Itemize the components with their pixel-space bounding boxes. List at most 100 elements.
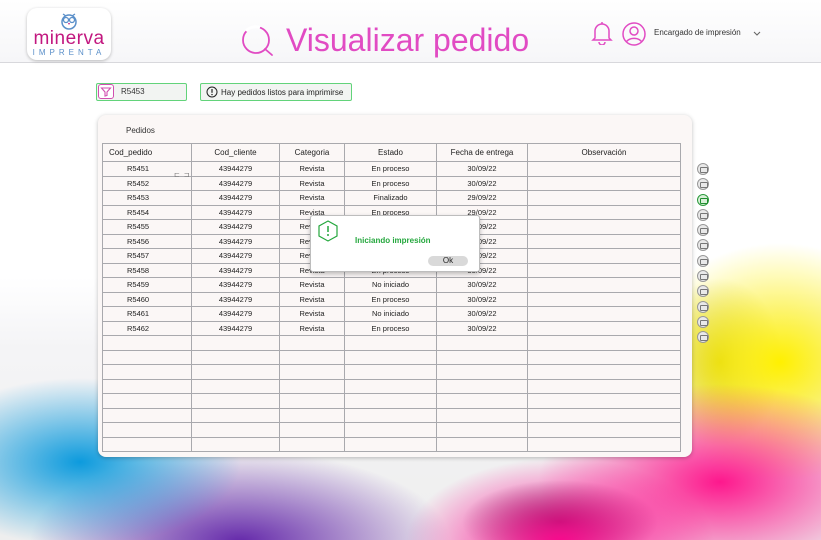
empty-table-row <box>102 407 681 423</box>
column-header[interactable]: Observación <box>527 143 681 162</box>
table-cell <box>191 335 280 351</box>
table-cell: 43944279 <box>191 161 280 177</box>
dialog-message: Iniciando impresión <box>355 236 431 245</box>
empty-table-row <box>102 393 681 409</box>
table-cell <box>279 349 345 365</box>
table-cell <box>279 364 345 380</box>
column-header[interactable]: Categoria <box>279 143 345 162</box>
print-actions-column <box>697 163 711 347</box>
table-cell: No iniciado <box>344 306 437 322</box>
table-cell <box>527 262 681 278</box>
table-cell <box>527 320 681 336</box>
table-cell <box>527 393 681 409</box>
alert-hexagon-icon <box>318 220 338 242</box>
printing-dialog: Iniciando impresión Ok <box>310 215 480 272</box>
table-cell: R5455 <box>102 219 192 235</box>
column-header[interactable]: Estado <box>344 143 437 162</box>
table-header-row: Cod_pedido Cod_cliente Categoria Estado … <box>102 143 681 162</box>
table-row[interactable]: R5461 43944279 Revista No iniciado 30/09/22 <box>102 306 681 322</box>
copy-icon[interactable]: ⊏ ⊐ <box>174 171 191 179</box>
table-cell <box>279 407 345 423</box>
print-icon[interactable] <box>697 285 709 298</box>
table-cell <box>279 436 345 452</box>
minerva-logo[interactable]: minerva IMPRENTA <box>27 8 111 60</box>
table-cell: 30/09/22 <box>436 320 528 336</box>
user-name[interactable]: Encargado de impresión <box>654 28 741 37</box>
table-cell: En proceso <box>344 175 437 191</box>
table-cell <box>527 378 681 394</box>
notice-text: Hay pedidos listos para imprimirse <box>221 88 344 97</box>
print-icon[interactable] <box>697 254 709 267</box>
table-cell <box>191 436 280 452</box>
print-icon[interactable] <box>697 178 709 191</box>
print-icon[interactable] <box>697 163 709 175</box>
table-cell <box>527 219 681 235</box>
page-title: Visualizar pedido <box>286 22 530 58</box>
table-row[interactable]: R5460 43944279 Revista En proceso 30/09/22 <box>102 291 681 307</box>
table-cell <box>191 407 280 423</box>
column-header[interactable]: Fecha de entrega <box>436 143 528 162</box>
panel-title: Pedidos <box>126 126 155 135</box>
print-icon[interactable] <box>697 208 709 221</box>
table-cell: R5457 <box>102 248 192 264</box>
table-cell <box>527 306 681 322</box>
table-cell <box>102 335 192 351</box>
chevron-down-icon[interactable] <box>752 30 762 37</box>
user-circle-icon[interactable] <box>622 22 646 46</box>
table-cell <box>527 277 681 293</box>
table-cell: Revista <box>279 277 345 293</box>
table-cell <box>344 407 437 423</box>
filter-button[interactable] <box>98 84 114 99</box>
table-cell: 43944279 <box>191 204 280 220</box>
search-filter-field[interactable]: R5453 <box>96 83 187 101</box>
table-cell <box>527 436 681 452</box>
table-cell <box>279 335 345 351</box>
table-cell <box>527 233 681 249</box>
table-cell: 43944279 <box>191 233 280 249</box>
column-header[interactable]: Cod_pedido <box>102 143 192 162</box>
bell-icon[interactable] <box>591 21 613 45</box>
table-cell <box>279 393 345 409</box>
table-cell: 43944279 <box>191 248 280 264</box>
table-cell <box>527 204 681 220</box>
table-cell <box>436 364 528 380</box>
table-cell <box>102 436 192 452</box>
table-row[interactable]: R5453 43944279 Revista Finalizado 29/09/22 <box>102 190 681 206</box>
table-cell: 43944279 <box>191 320 280 336</box>
table-cell: Finalizado <box>344 190 437 206</box>
table-cell <box>527 335 681 351</box>
table-cell: 30/09/22 <box>436 306 528 322</box>
table-cell <box>102 393 192 409</box>
table-row[interactable]: R5462 43944279 Revista En proceso 30/09/22 <box>102 320 681 336</box>
table-cell <box>527 248 681 264</box>
print-icon[interactable] <box>697 300 709 313</box>
table-cell <box>436 393 528 409</box>
print-icon[interactable] <box>697 224 709 237</box>
table-cell: Revista <box>279 161 345 177</box>
table-cell: R5453 <box>102 190 192 206</box>
table-cell <box>527 291 681 307</box>
column-header[interactable]: Cod_cliente <box>191 143 280 162</box>
print-icon[interactable] <box>697 239 709 252</box>
print-icon[interactable] <box>697 193 709 206</box>
table-cell: Revista <box>279 320 345 336</box>
print-icon[interactable] <box>697 270 709 283</box>
table-cell: 43944279 <box>191 291 280 307</box>
table-cell: Revista <box>279 175 345 191</box>
table-cell: 30/09/22 <box>436 277 528 293</box>
print-icon[interactable] <box>697 315 709 328</box>
empty-table-row <box>102 364 681 380</box>
print-icon[interactable] <box>697 331 709 344</box>
ok-button[interactable]: Ok <box>428 256 468 266</box>
table-cell <box>191 393 280 409</box>
app-header: minerva IMPRENTA Visualizar pedido Encar… <box>0 0 821 63</box>
logo-subtitle: IMPRENTA <box>32 48 106 57</box>
empty-table-row <box>102 436 681 452</box>
table-cell: 43944279 <box>191 175 280 191</box>
table-cell <box>344 393 437 409</box>
owl-logo-icon <box>61 13 77 30</box>
table-cell: R5456 <box>102 233 192 249</box>
table-cell: 30/09/22 <box>436 161 528 177</box>
ready-to-print-notice[interactable]: Hay pedidos listos para imprimirse <box>200 83 352 101</box>
table-row[interactable]: R5459 43944279 Revista No iniciado 30/09/22 <box>102 277 681 293</box>
